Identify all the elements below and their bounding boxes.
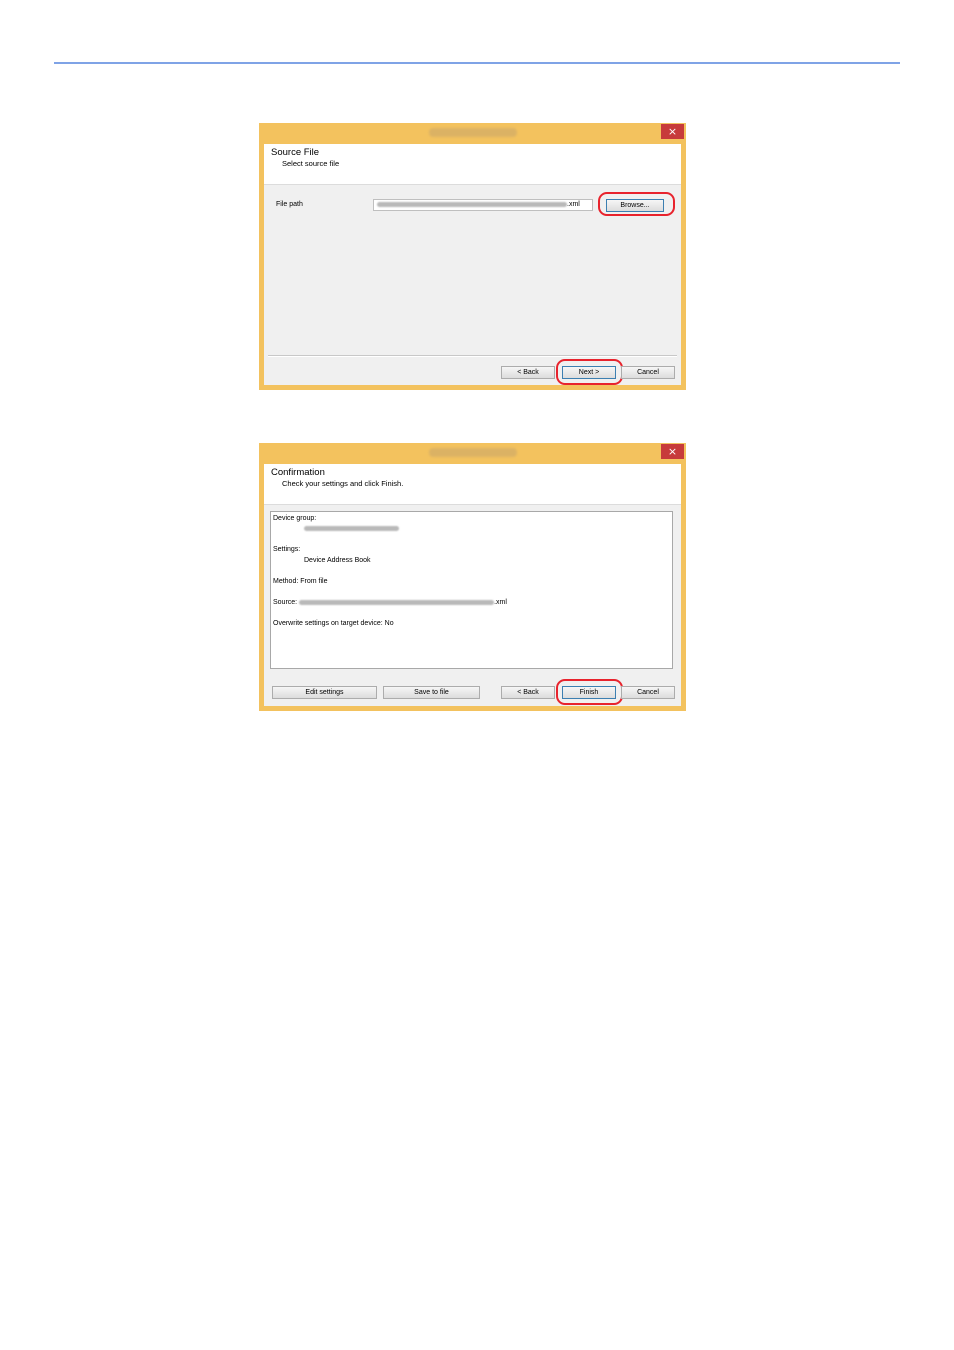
dialog-title-blurred: [429, 448, 517, 457]
button-separator: [268, 355, 677, 357]
close-icon[interactable]: ×: [661, 444, 684, 459]
save-to-file-button[interactable]: Save to file: [383, 686, 480, 699]
edit-settings-label: Edit settings: [305, 689, 344, 696]
page-top-rule: [54, 62, 900, 64]
file-path-extension: .xml: [567, 201, 580, 208]
file-path-label: File path: [276, 201, 303, 208]
cancel-button-label: Cancel: [637, 689, 659, 696]
wizard-header: Confirmation Check your settings and cli…: [264, 464, 681, 505]
wizard-step-subtitle: Select source file: [282, 159, 340, 168]
cancel-button-label: Cancel: [637, 369, 659, 376]
device-group-value: [304, 525, 399, 532]
method-line: Method: From file: [273, 578, 328, 585]
edit-settings-button[interactable]: Edit settings: [272, 686, 377, 699]
settings-summary-box[interactable]: Device group: Settings: Device Address B…: [270, 511, 673, 669]
browse-highlight: [598, 192, 675, 216]
back-button[interactable]: < Back: [501, 366, 555, 379]
dialog-title-blurred: [429, 128, 517, 137]
source-file-dialog: × Source File Select source file File pa…: [259, 123, 686, 390]
settings-label: Settings:: [273, 546, 301, 553]
file-path-input[interactable]: .xml: [373, 199, 593, 211]
cancel-button[interactable]: Cancel: [621, 366, 675, 379]
dialog-titlebar[interactable]: ×: [259, 123, 686, 143]
finish-highlight: [556, 679, 623, 705]
dialog-titlebar[interactable]: ×: [259, 443, 686, 463]
wizard-step-subtitle: Check your settings and click Finish.: [282, 479, 404, 488]
source-extension: .xml: [494, 599, 507, 606]
source-line: Source: .xml: [273, 599, 507, 606]
device-group-blurred: [304, 525, 399, 531]
file-path-blurred: [377, 201, 567, 207]
overwrite-line: Overwrite settings on target device: No: [273, 620, 394, 627]
back-button[interactable]: < Back: [501, 686, 555, 699]
close-icon[interactable]: ×: [661, 124, 684, 139]
wizard-step-title: Source File: [271, 147, 320, 158]
wizard-step-title: Confirmation: [271, 467, 325, 478]
dialog-client-area: Source File Select source file File path…: [264, 144, 681, 385]
source-blurred: [299, 599, 495, 605]
device-group-label: Device group:: [273, 515, 317, 522]
back-button-label: < Back: [517, 369, 539, 376]
back-button-label: < Back: [517, 689, 539, 696]
cancel-button[interactable]: Cancel: [621, 686, 675, 699]
save-to-file-label: Save to file: [414, 689, 449, 696]
next-highlight: [556, 359, 623, 385]
confirmation-dialog: × Confirmation Check your settings and c…: [259, 443, 686, 711]
wizard-header: Source File Select source file: [264, 144, 681, 185]
settings-value: Device Address Book: [304, 557, 371, 564]
dialog-client-area: Confirmation Check your settings and cli…: [264, 464, 681, 706]
source-label: Source:: [273, 599, 298, 606]
